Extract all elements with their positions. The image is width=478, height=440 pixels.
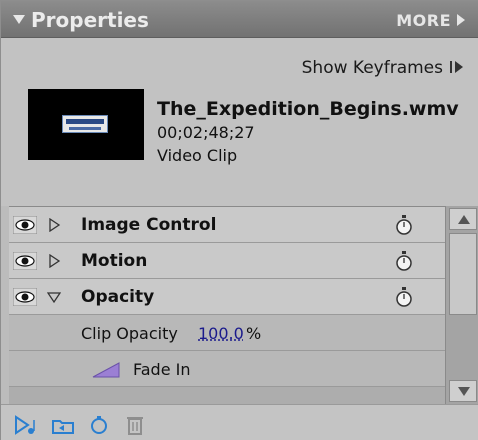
trash-icon[interactable] xyxy=(123,414,147,436)
effect-label: Motion xyxy=(81,251,148,271)
fade-in-button[interactable]: Fade In xyxy=(9,351,445,387)
effects-scrollbar[interactable] xyxy=(445,206,478,404)
effect-label: Image Control xyxy=(81,215,217,235)
param-row-clip-opacity: Clip Opacity 100.0 % xyxy=(9,315,445,351)
more-button[interactable]: MORE xyxy=(396,11,451,30)
clip-name: The_Expedition_Begins.wmv xyxy=(157,98,459,120)
fade-in-label: Fade In xyxy=(133,360,191,379)
properties-panel: Properties MORE Show Keyframes The_Exped… xyxy=(0,0,478,440)
reset-stopwatch-icon[interactable] xyxy=(395,286,413,308)
scroll-up-button[interactable] xyxy=(449,208,477,230)
clip-opacity-label: Clip Opacity xyxy=(81,324,178,343)
clip-opacity-unit: % xyxy=(246,324,262,343)
panel-titlebar: Properties MORE xyxy=(1,1,478,38)
bottom-toolbar xyxy=(1,404,478,440)
up-arrow-icon xyxy=(458,215,470,224)
play-audio-icon[interactable] xyxy=(13,414,37,436)
reset-icon[interactable] xyxy=(87,414,111,436)
reset-stopwatch-icon[interactable] xyxy=(395,250,413,272)
effect-row-image-control[interactable]: Image Control xyxy=(9,207,445,243)
scroll-down-button[interactable] xyxy=(449,380,477,402)
expand-triangle-icon[interactable] xyxy=(47,254,61,268)
reset-stopwatch-icon[interactable] xyxy=(395,214,413,236)
clip-type: Video Clip xyxy=(157,146,238,165)
show-keyframes-icon[interactable] xyxy=(449,60,465,74)
effect-row-motion[interactable]: Motion xyxy=(9,243,445,279)
expand-triangle-icon[interactable] xyxy=(47,218,61,232)
show-keyframes-button[interactable]: Show Keyframes xyxy=(302,58,443,78)
effects-list: Image Control Motion Opacity Clip Opacit… xyxy=(9,206,445,404)
clip-info-area: Show Keyframes The_Expedition_Begins.wmv… xyxy=(1,38,478,206)
effect-label: Opacity xyxy=(81,287,155,307)
collapse-triangle-icon[interactable] xyxy=(47,290,61,304)
scroll-thumb[interactable] xyxy=(449,233,477,315)
collapse-triangle-icon[interactable] xyxy=(13,15,25,24)
clip-opacity-value[interactable]: 100.0 xyxy=(198,324,244,343)
fade-in-icon xyxy=(92,362,120,378)
clip-thumbnail-logo xyxy=(62,115,108,133)
eye-icon[interactable] xyxy=(13,288,37,306)
eye-icon[interactable] xyxy=(13,252,37,270)
down-arrow-icon xyxy=(458,387,470,396)
folder-effect-icon[interactable] xyxy=(51,414,75,436)
eye-icon[interactable] xyxy=(13,216,37,234)
panel-title: Properties xyxy=(31,8,149,32)
effect-row-opacity[interactable]: Opacity xyxy=(9,279,445,315)
right-arrow-icon[interactable] xyxy=(457,14,465,26)
clip-thumbnail xyxy=(28,89,144,160)
clip-timecode: 00;02;48;27 xyxy=(157,123,255,142)
